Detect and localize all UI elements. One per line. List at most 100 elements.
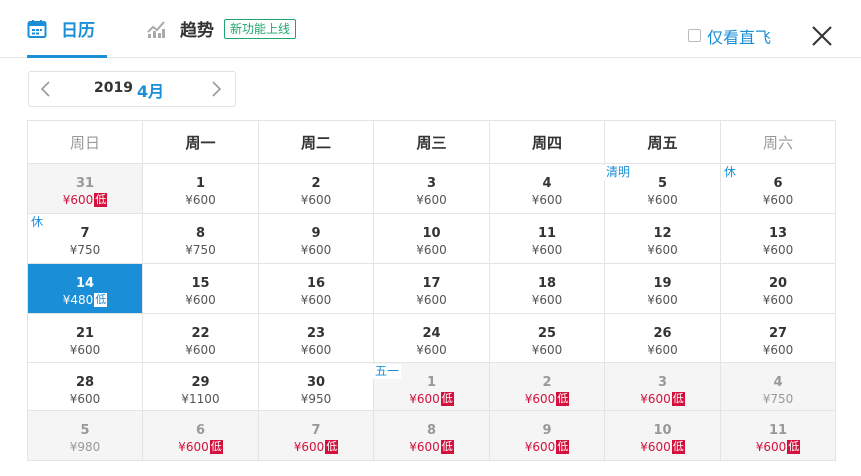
price-value: ¥600 [300, 193, 332, 207]
day-number: 19 [653, 276, 672, 291]
calendar-day-cell[interactable]: 14 ¥480 低 [28, 264, 143, 314]
calendar-day-cell[interactable]: 28 ¥600 [28, 363, 143, 411]
day-price: ¥600 [374, 243, 489, 258]
tab-trend-label: 趋势 [180, 21, 214, 41]
calendar-day-cell[interactable]: 7 ¥750 休 [28, 214, 143, 264]
calendar-day-cell[interactable]: 6 ¥600 低 [143, 411, 259, 461]
day-number: 11 [537, 226, 557, 241]
calendar-day-cell[interactable]: 27 ¥600 [721, 314, 836, 363]
calendar-day-cell[interactable]: 11 ¥600 低 [721, 411, 836, 461]
calendar-day-cell[interactable]: 26 ¥600 [605, 314, 721, 363]
day-number: 16 [306, 276, 326, 291]
low-price-badge: 低 [94, 193, 108, 207]
direct-only-checkbox[interactable] [688, 29, 701, 42]
price-value: ¥600 [300, 243, 332, 257]
calendar-day-cell[interactable]: 29 ¥1100 [143, 363, 259, 411]
day-price: ¥600 [490, 343, 604, 358]
day-number: 1 [195, 176, 206, 191]
calendar-day-cell[interactable]: 30 ¥950 [259, 363, 374, 411]
calendar-day-cell[interactable]: 17 ¥600 [374, 264, 490, 314]
calendar-day-cell[interactable]: 12 ¥600 [605, 214, 721, 264]
calendar-day-cell[interactable]: 31 ¥600 低 [28, 164, 143, 214]
calendar-day-cell[interactable]: 3 ¥600 [374, 164, 490, 214]
tab-calendar[interactable]: 日历 [27, 0, 107, 58]
price-value: ¥600 [409, 440, 440, 454]
calendar-day-cell[interactable]: 9 ¥600 [259, 214, 374, 264]
calendar-day-cell[interactable]: 24 ¥600 [374, 314, 490, 363]
price-value: ¥600 [755, 440, 787, 454]
calendar-day-cell[interactable]: 18 ¥600 [490, 264, 605, 314]
price-value: ¥600 [531, 193, 563, 207]
calendar-day-cell[interactable]: 22 ¥600 [143, 314, 259, 363]
day-price: ¥600 低 [605, 392, 720, 407]
calendar-day-cell[interactable]: 16 ¥600 [259, 264, 374, 314]
day-price: ¥600 [28, 392, 142, 407]
day-number: 4 [542, 176, 552, 191]
calendar-day-cell[interactable]: 1 ¥600 低五一 [373, 363, 490, 411]
day-number: 17 [422, 276, 441, 291]
calendar-day-cell[interactable]: 5 ¥980 [28, 411, 143, 461]
day-price: ¥600 低 [605, 440, 720, 455]
day-number: 9 [542, 423, 552, 438]
calendar-day-cell[interactable]: 19 ¥600 [605, 264, 721, 314]
calendar-day-cell[interactable]: 8 ¥600 低 [374, 411, 490, 461]
calendar-day-cell[interactable]: 13 ¥600 [721, 214, 836, 264]
calendar-day-cell[interactable]: 7 ¥600 低 [259, 411, 374, 461]
low-price-badge: 低 [671, 440, 685, 454]
day-price: ¥600 [259, 343, 373, 358]
day-number: 27 [768, 326, 788, 341]
calendar-day-cell[interactable]: 8 ¥750 [143, 214, 259, 264]
price-value: ¥600 [640, 392, 671, 406]
calendar-day-cell[interactable]: 25 ¥600 [490, 314, 605, 363]
direct-only-toggle[interactable]: 仅看直飞 [688, 0, 771, 71]
calendar-day-cell[interactable]: 3 ¥600 低 [605, 363, 721, 411]
day-price: ¥600 [143, 193, 258, 208]
calendar-day-cell[interactable]: 15 ¥600 [143, 264, 259, 314]
day-number: 9 [311, 226, 321, 241]
price-value: ¥750 [762, 392, 794, 406]
day-price: ¥750 [143, 243, 258, 258]
calendar-day-cell[interactable]: 10 ¥600 低 [605, 411, 721, 461]
price-value: ¥600 [416, 193, 447, 207]
day-number: 6 [773, 176, 783, 191]
price-value: ¥600 [300, 293, 332, 307]
price-value: ¥600 [647, 293, 678, 307]
price-value: ¥600 [416, 293, 447, 307]
price-value: ¥600 [293, 440, 325, 454]
price-value: ¥1100 [181, 392, 220, 406]
calendar-day-cell[interactable]: 6 ¥600 休 [721, 164, 836, 214]
day-number: 22 [191, 326, 210, 341]
calendar-day-cell[interactable]: 5 ¥600 清明 [604, 164, 721, 214]
weekday-header: 周六 [721, 121, 836, 164]
calendar-day-cell[interactable]: 23 ¥600 [259, 314, 374, 363]
calendar-grid: 周日 周一 周二 周三 周四 周五 周六 31 ¥600 低 1 ¥600 2 ¥600 3 ¥600 4 ¥60… [27, 120, 836, 461]
day-price: ¥600 低 [374, 392, 489, 407]
day-number: 18 [537, 276, 557, 291]
day-number: 2 [542, 375, 552, 390]
day-price: ¥600 低 [490, 392, 604, 407]
calendar-day-cell[interactable]: 21 ¥600 [28, 314, 143, 363]
day-number: 6 [195, 423, 206, 438]
tab-calendar-label: 日历 [61, 21, 95, 41]
prev-month-chevron-left-icon[interactable] [38, 80, 52, 98]
calendar-day-cell[interactable]: 1 ¥600 [143, 164, 259, 214]
price-value: ¥600 [185, 193, 216, 207]
calendar-day-cell[interactable]: 2 ¥600 [259, 164, 374, 214]
day-price: ¥600 [721, 243, 835, 258]
price-value: ¥600 [409, 392, 440, 406]
calendar-day-cell[interactable]: 20 ¥600 [721, 264, 836, 314]
price-value: ¥750 [69, 243, 101, 257]
year-label: 2019 [94, 80, 133, 96]
price-value: ¥600 [762, 193, 794, 207]
calendar-day-cell[interactable]: 11 ¥600 [490, 214, 605, 264]
calendar-day-cell[interactable]: 2 ¥600 低 [490, 363, 605, 411]
calendar-day-cell[interactable]: 10 ¥600 [374, 214, 490, 264]
calendar-day-cell[interactable]: 4 ¥750 [721, 363, 836, 411]
tab-trend[interactable]: 趋势 新功能上线 [146, 0, 297, 57]
next-month-chevron-right-icon[interactable] [210, 80, 224, 98]
calendar-day-cell[interactable]: 4 ¥600 [490, 164, 605, 214]
price-value: ¥600 [647, 193, 678, 207]
month-label[interactable]: 4月 [137, 78, 164, 102]
close-icon[interactable] [808, 22, 836, 50]
calendar-day-cell[interactable]: 9 ¥600 低 [490, 411, 605, 461]
